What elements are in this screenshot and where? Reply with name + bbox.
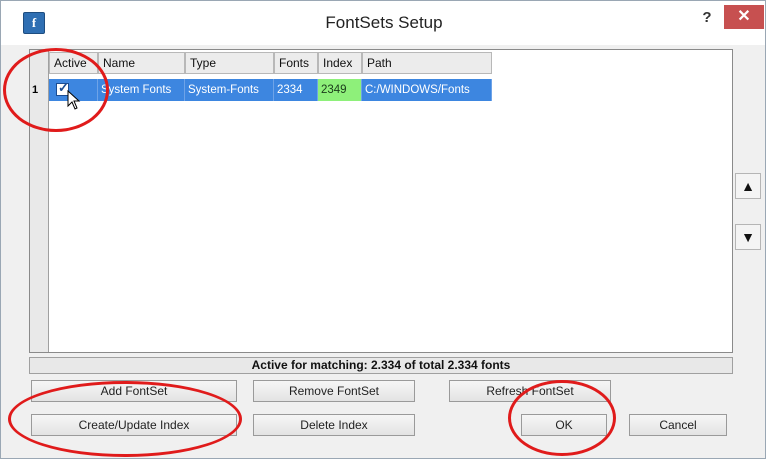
row-number: 1 (32, 84, 39, 96)
column-header-fonts[interactable]: Fonts (274, 52, 318, 74)
fontsets-table[interactable]: 1 Active Name Type Fonts Index Path ✓ Sy… (29, 49, 733, 353)
close-button[interactable]: ✕ (724, 5, 764, 29)
create-update-index-button[interactable]: Create/Update Index (31, 414, 237, 436)
title-bar[interactable]: f FontSets Setup ? ✕ (1, 1, 765, 45)
mouse-cursor-icon (67, 90, 81, 110)
column-header-type[interactable]: Type (185, 52, 274, 74)
ok-button[interactable]: OK (521, 414, 607, 436)
fontsets-setup-dialog: f FontSets Setup ? ✕ 1 Active Name Type … (0, 0, 766, 459)
remove-fontset-button[interactable]: Remove FontSet (253, 380, 415, 402)
add-fontset-button[interactable]: Add FontSet (31, 380, 237, 402)
refresh-fontset-button[interactable]: Refresh FontSet (449, 380, 611, 402)
table-cell-fonts[interactable]: 2334 (274, 79, 318, 101)
table-cell-name[interactable]: System Fonts (98, 79, 185, 101)
status-bar: Active for matching: 2.334 of total 2.33… (29, 357, 733, 374)
table-cell-type[interactable]: System-Fonts (185, 79, 274, 101)
move-down-button[interactable]: ▼ (735, 224, 761, 250)
column-header-active[interactable]: Active (49, 52, 98, 74)
column-header-path[interactable]: Path (362, 52, 492, 74)
move-up-button[interactable]: ▲ (735, 173, 761, 199)
column-header-name[interactable]: Name (98, 52, 185, 74)
column-header-index[interactable]: Index (318, 52, 362, 74)
table-cell-path[interactable]: C:/WINDOWS/Fonts (362, 79, 492, 101)
window-title: FontSets Setup (325, 13, 443, 32)
table-cell-index[interactable]: 2349 (318, 79, 362, 101)
help-button[interactable]: ? (695, 7, 719, 29)
row-gutter: 1 (30, 50, 49, 352)
cancel-button[interactable]: Cancel (629, 414, 727, 436)
delete-index-button[interactable]: Delete Index (253, 414, 415, 436)
